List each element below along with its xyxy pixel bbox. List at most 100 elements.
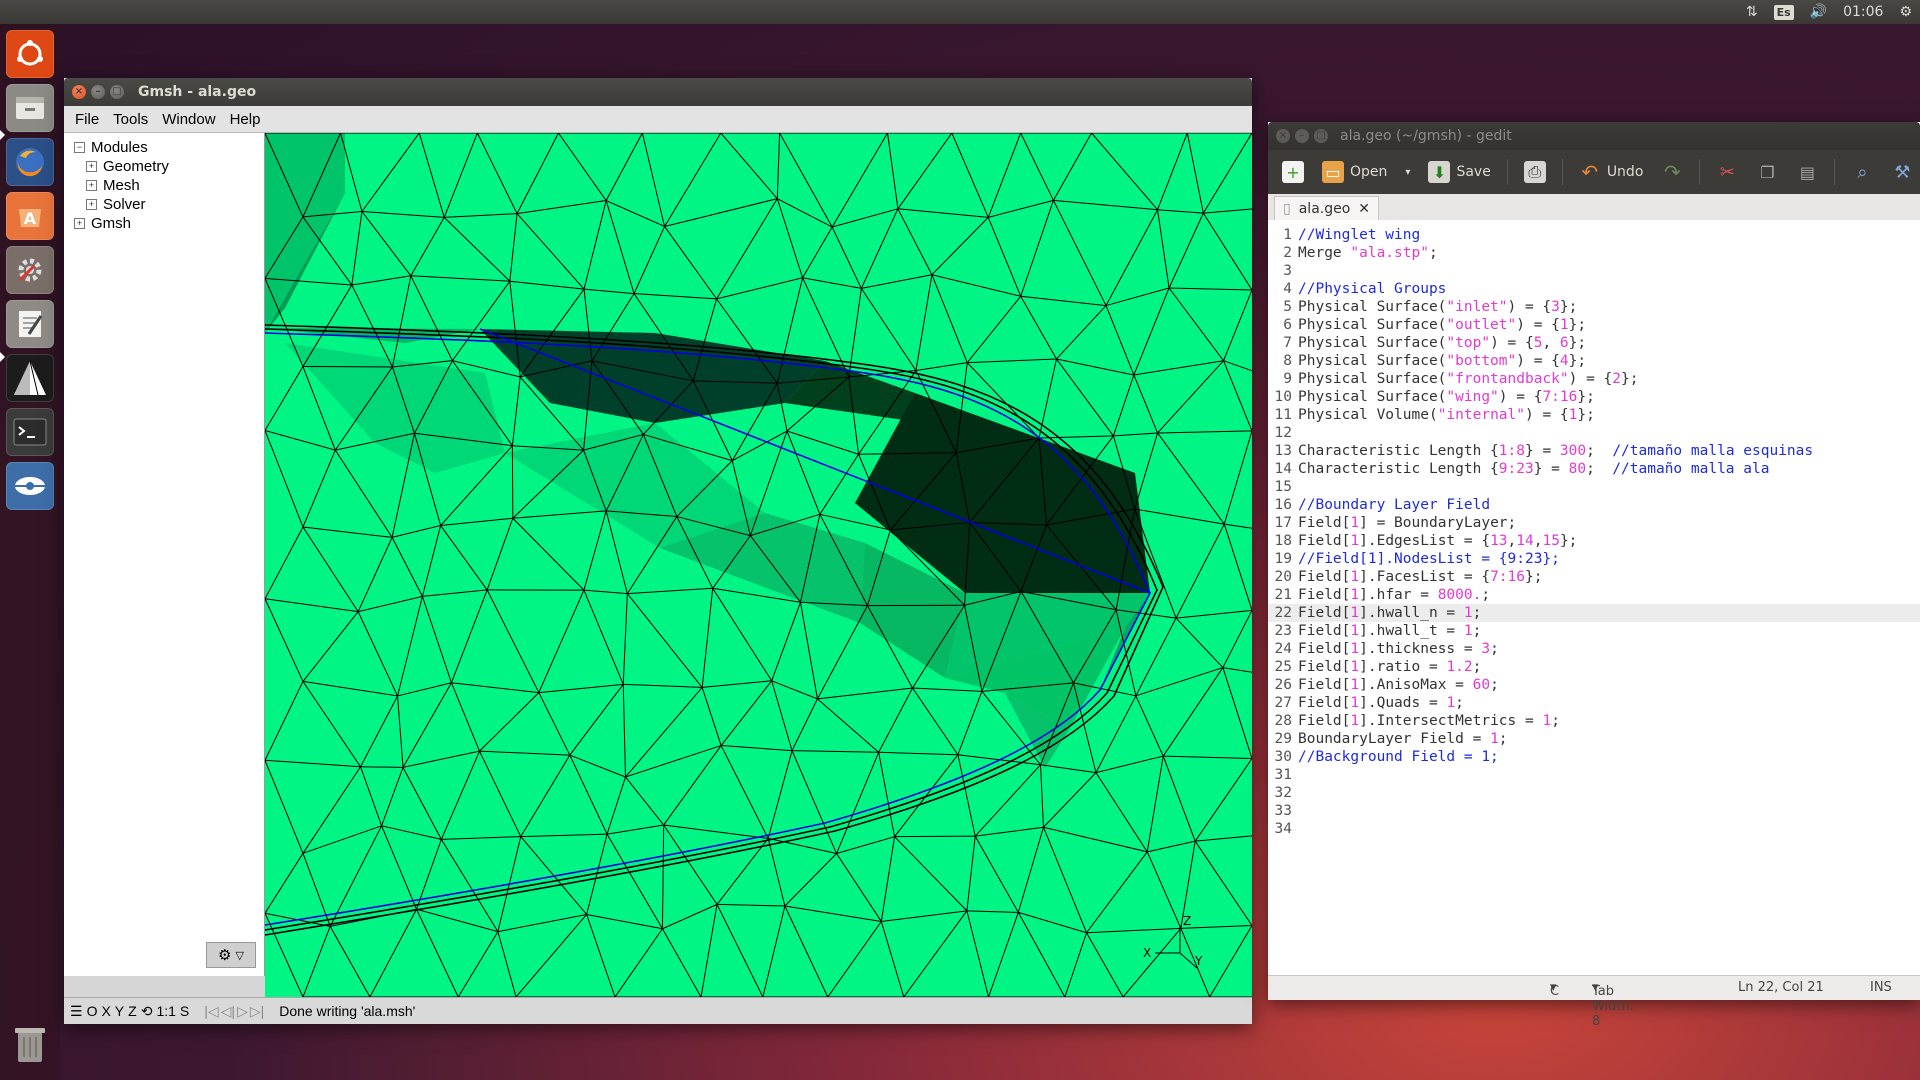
software-center-icon[interactable]: A bbox=[6, 192, 54, 240]
code-line[interactable]: 14 Characteristic Length {9:23} = 80; //t… bbox=[1268, 460, 1920, 478]
open-button[interactable]: ▭ Open ▾ bbox=[1316, 156, 1416, 188]
code-line[interactable]: 22 Field[1].hwall_n = 1; bbox=[1268, 604, 1920, 622]
code-line[interactable]: 9 Physical Surface("frontandback") = {2}; bbox=[1268, 370, 1920, 388]
tab-width-selector[interactable]: Tab Width: 8 ▾ bbox=[1592, 980, 1634, 1029]
code-line[interactable]: 5 Physical Surface("inlet") = {3}; bbox=[1268, 298, 1920, 316]
code-line[interactable]: 1 //Winglet wing bbox=[1268, 226, 1920, 244]
ubuntu-dash-icon[interactable] bbox=[6, 30, 54, 78]
code-line[interactable]: 11 Physical Volume("internal") = {1}; bbox=[1268, 406, 1920, 424]
tree-item-gmsh[interactable]: + Gmsh bbox=[74, 214, 131, 232]
volume-icon[interactable]: 🔊 bbox=[1810, 4, 1827, 20]
code-line[interactable]: 13 Characteristic Length {1:8} = 300; //t… bbox=[1268, 442, 1920, 460]
close-icon[interactable]: × bbox=[72, 85, 86, 99]
code-line[interactable]: 4 //Physical Groups bbox=[1268, 280, 1920, 298]
remote-desktop-icon[interactable] bbox=[6, 462, 54, 510]
tree-item-geometry[interactable]: + Geometry bbox=[86, 157, 169, 175]
play-icon[interactable]: ▷ bbox=[236, 1003, 249, 1020]
code-line[interactable]: 31 bbox=[1268, 766, 1920, 784]
code-line[interactable]: 23 Field[1].hwall_t = 1; bbox=[1268, 622, 1920, 640]
view-x-button[interactable]: X bbox=[99, 1003, 112, 1019]
code-line[interactable]: 25 Field[1].ratio = 1.2; bbox=[1268, 658, 1920, 676]
language-selector[interactable]: C ▾ bbox=[1550, 980, 1559, 999]
code-line[interactable]: 15 bbox=[1268, 478, 1920, 496]
scale-1to1-button[interactable]: 1:1 bbox=[154, 1003, 177, 1019]
first-step-icon[interactable]: |◁ bbox=[203, 1003, 219, 1020]
view-o-button[interactable]: O bbox=[85, 1003, 100, 1019]
undo-button[interactable]: ↶ Undo bbox=[1573, 156, 1650, 188]
menu-window[interactable]: Window bbox=[155, 111, 222, 128]
code-line[interactable]: 33 bbox=[1268, 802, 1920, 820]
gmsh-icon[interactable] bbox=[6, 354, 54, 402]
mesh-graphic[interactable]: Z X Y bbox=[265, 133, 1252, 997]
code-line[interactable]: 16 //Boundary Layer Field bbox=[1268, 496, 1920, 514]
copy-button[interactable]: ❐ bbox=[1750, 156, 1784, 188]
code-line[interactable]: 18 Field[1].EdgesList = {13,14,15}; bbox=[1268, 532, 1920, 550]
code-line[interactable]: 20 Field[1].FacesList = {7:16}; bbox=[1268, 568, 1920, 586]
paste-button[interactable]: ▤ bbox=[1790, 156, 1824, 188]
close-tab-icon[interactable]: ✕ bbox=[1358, 201, 1370, 217]
prev-step-icon[interactable]: ◁| bbox=[220, 1003, 236, 1020]
code-line[interactable]: 24 Field[1].thickness = 3; bbox=[1268, 640, 1920, 658]
menu-tools[interactable]: Tools bbox=[106, 111, 155, 128]
close-icon[interactable]: × bbox=[1276, 129, 1290, 143]
expand-icon[interactable]: + bbox=[86, 160, 97, 172]
tree-item-mesh[interactable]: + Mesh bbox=[86, 176, 140, 194]
expand-icon[interactable]: + bbox=[86, 179, 97, 191]
view-y-button[interactable]: Y bbox=[113, 1003, 126, 1019]
text-editor-icon[interactable] bbox=[6, 300, 54, 348]
rotate-icon[interactable]: ⟲ bbox=[139, 1003, 155, 1020]
cut-button[interactable]: ✂ bbox=[1710, 156, 1744, 188]
redo-button[interactable]: ↷ bbox=[1655, 156, 1689, 188]
minimize-icon[interactable]: – bbox=[91, 85, 105, 99]
print-button[interactable]: ⎙ bbox=[1518, 156, 1552, 188]
code-line[interactable]: 27 Field[1].Quads = 1; bbox=[1268, 694, 1920, 712]
minimize-icon[interactable]: – bbox=[1295, 129, 1309, 143]
last-step-icon[interactable]: ▷| bbox=[249, 1003, 265, 1020]
menu-help[interactable]: Help bbox=[223, 111, 268, 128]
code-line[interactable]: 29 BoundaryLayer Field = 1; bbox=[1268, 730, 1920, 748]
code-line[interactable]: 2 Merge "ala.stp"; bbox=[1268, 244, 1920, 262]
clock[interactable]: 01:06 bbox=[1843, 4, 1883, 20]
tree-item-modules[interactable]: − Modules bbox=[74, 138, 148, 156]
new-document-button[interactable]: + bbox=[1276, 156, 1310, 188]
expand-icon[interactable]: + bbox=[86, 198, 97, 210]
system-settings-launcher-icon[interactable] bbox=[6, 246, 54, 294]
view-z-button[interactable]: Z bbox=[126, 1003, 139, 1019]
status-menu-button[interactable]: ☰ bbox=[64, 1003, 85, 1020]
code-editor[interactable]: 1//Winglet wing 2 Merge "ala.stp"; 3 4//Phys… bbox=[1268, 220, 1920, 982]
code-line[interactable]: 7 Physical Surface("top") = {5, 6}; bbox=[1268, 334, 1920, 352]
code-line[interactable]: 21 Field[1].hfar = 8000.; bbox=[1268, 586, 1920, 604]
code-line[interactable]: 3 bbox=[1268, 262, 1920, 280]
trash-icon[interactable] bbox=[6, 1020, 54, 1068]
chevron-down-icon[interactable]: ▾ bbox=[1405, 167, 1410, 178]
tree-item-solver[interactable]: + Solver bbox=[86, 195, 146, 213]
terminal-icon[interactable] bbox=[6, 408, 54, 456]
keyboard-layout-indicator[interactable]: Es bbox=[1773, 4, 1794, 20]
firefox-icon[interactable] bbox=[6, 138, 54, 186]
menu-file[interactable]: File bbox=[68, 111, 106, 128]
code-line[interactable]: 17 Field[1] = BoundaryLayer; bbox=[1268, 514, 1920, 532]
code-line[interactable]: 6 Physical Surface("outlet") = {1}; bbox=[1268, 316, 1920, 334]
code-line[interactable]: 28 Field[1].IntersectMetrics = 1; bbox=[1268, 712, 1920, 730]
save-button[interactable]: ⬇ Save bbox=[1422, 156, 1496, 188]
gmsh-titlebar[interactable]: × – □ Gmsh - ala.geo bbox=[64, 78, 1252, 106]
expand-icon[interactable]: − bbox=[74, 141, 85, 153]
options-menu-button[interactable]: ⚙ ▽ bbox=[206, 942, 256, 968]
maximize-icon[interactable]: □ bbox=[1314, 129, 1328, 143]
maximize-icon[interactable]: □ bbox=[110, 85, 124, 99]
gedit-titlebar[interactable]: × – □ ala.geo (~/gmsh) - gedit bbox=[1268, 122, 1920, 150]
tab-ala-geo[interactable]: ▯ ala.geo ✕ bbox=[1274, 196, 1380, 221]
code-line[interactable]: 19 //Field[1].NodesList = {9:23}; bbox=[1268, 550, 1920, 568]
system-settings-icon[interactable]: ⚙ bbox=[1899, 4, 1912, 20]
mesh-viewport[interactable]: Z X Y bbox=[265, 133, 1252, 997]
code-line[interactable]: 34 bbox=[1268, 820, 1920, 838]
find-button[interactable]: ⌕ bbox=[1845, 156, 1879, 188]
code-line[interactable]: 10 Physical Surface("wing") = {7:16}; bbox=[1268, 388, 1920, 406]
code-line[interactable]: 30 //Background Field = 1; bbox=[1268, 748, 1920, 766]
select-s-button[interactable]: S bbox=[178, 1003, 191, 1019]
replace-button[interactable]: ⚒ bbox=[1885, 156, 1919, 188]
expand-icon[interactable]: + bbox=[74, 217, 85, 229]
code-line[interactable]: 32 bbox=[1268, 784, 1920, 802]
code-line[interactable]: 12 bbox=[1268, 424, 1920, 442]
network-icon[interactable]: ⇅ bbox=[1746, 4, 1758, 20]
